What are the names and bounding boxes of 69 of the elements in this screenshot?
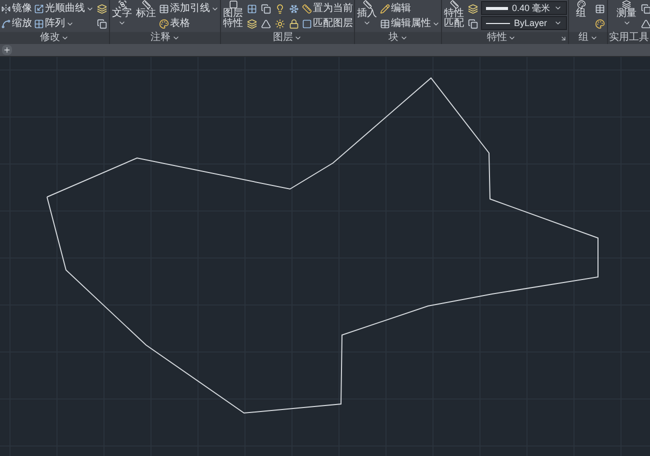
grid-icon [34, 18, 44, 28]
grid-icon [247, 4, 257, 14]
square-icon [228, 0, 238, 9]
copy-icon [640, 4, 650, 14]
scale-icon [34, 4, 44, 14]
panel-title[interactable]: 块 [388, 33, 408, 43]
mirror-icon [1, 4, 11, 14]
copy-icon [468, 18, 478, 28]
panel-title[interactable]: 特性 [487, 33, 516, 43]
triangle-icon [640, 18, 650, 28]
ribbon-button[interactable]: 阵列 [34, 16, 94, 31]
large-ribbon-button[interactable]: 插入 [356, 0, 378, 32]
table-icon [159, 4, 169, 14]
layers-icon [468, 4, 478, 14]
plus-icon [3, 46, 11, 54]
triangle-icon [261, 18, 271, 28]
large-ribbon-button[interactable]: 文字 [111, 0, 133, 32]
caret-icon [61, 34, 69, 42]
palette-icon [576, 0, 586, 9]
lock-icon [289, 18, 299, 28]
palette-icon [595, 18, 605, 28]
dropdown-value: ByLayer [514, 18, 548, 28]
ribbon-button[interactable]: 表格 [159, 16, 219, 31]
property-dropdown[interactable]: ByLayer [481, 16, 567, 30]
ruler-icon [142, 0, 150, 9]
property-dropdown[interactable]: 0.40 毫米 [481, 1, 567, 15]
ribbon-button[interactable]: 添加引线 [159, 1, 219, 16]
ribbon-button[interactable]: 编辑 [380, 1, 440, 16]
launcher-icon[interactable] [560, 34, 567, 42]
large-ribbon-button[interactable]: 标注 [135, 0, 157, 32]
pencil-icon [380, 4, 390, 14]
caret-icon [172, 34, 180, 42]
table-icon [595, 4, 605, 14]
square-icon [302, 18, 312, 28]
caret-icon [400, 34, 408, 42]
panel-title[interactable]: 实用工具 [609, 33, 650, 43]
ribbon-button[interactable]: 匹配图层 [302, 16, 353, 31]
ruler-icon [362, 0, 372, 9]
lightbulb-icon [275, 4, 285, 14]
caret-icon [508, 34, 516, 42]
line-preview [486, 22, 510, 24]
ribbon-button[interactable]: 缩放 [1, 16, 32, 31]
palette-icon [159, 18, 169, 28]
large-ribbon-button[interactable]: 测量 [616, 0, 638, 32]
large-ribbon-button[interactable]: 图层特性 [222, 0, 244, 32]
copy-icon [261, 4, 271, 14]
large-ribbon-button[interactable]: 特性匹配 [443, 0, 465, 32]
table-icon [380, 18, 390, 28]
copy-icon [97, 18, 107, 28]
snowflake-icon [289, 4, 299, 14]
ribbon-button[interactable]: 编辑属性 [380, 16, 440, 31]
group-icon [118, 0, 126, 9]
sun-icon [275, 18, 285, 28]
curve-icon [1, 18, 11, 28]
caret-icon [590, 34, 598, 42]
dropdown-value: 0.40 毫米 [512, 3, 550, 13]
caret-icon [294, 34, 302, 42]
layers-icon [247, 18, 257, 28]
ribbon-button[interactable]: 光顺曲线 [34, 1, 94, 16]
ruler-icon [302, 4, 312, 14]
new-tab-button[interactable] [2, 45, 12, 55]
panel-title[interactable]: 图层 [273, 33, 302, 43]
large-ribbon-button[interactable]: 组 [570, 0, 592, 32]
layers-icon [622, 0, 631, 9]
layers-icon [97, 4, 107, 14]
ribbon-button[interactable]: 镜像 [1, 1, 32, 16]
ruler-icon [450, 0, 458, 9]
ribbon-button[interactable]: 置为当前 [302, 1, 353, 16]
line-preview [486, 6, 508, 10]
